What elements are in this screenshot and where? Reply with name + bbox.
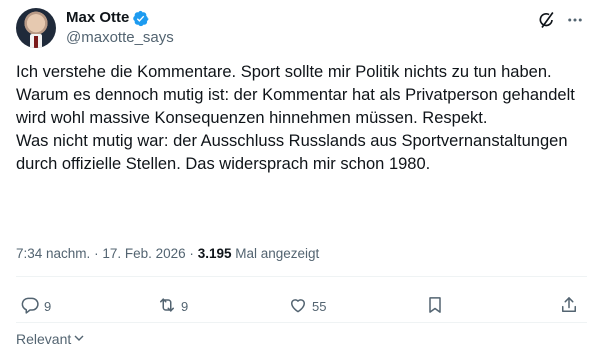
avatar[interactable]	[16, 8, 56, 48]
sort-dropdown[interactable]: Relevant	[16, 331, 85, 347]
tweet-meta: 7:34 nachm. · 17. Feb. 2026 · 3.195 Mal …	[16, 244, 319, 264]
verified-badge-icon	[132, 10, 149, 27]
reply-icon	[20, 295, 40, 318]
repost-icon	[157, 295, 177, 318]
author-name-row[interactable]: Max Otte	[66, 8, 149, 28]
divider	[16, 276, 587, 277]
like-button[interactable]: 55	[288, 294, 326, 318]
bookmark-button[interactable]	[425, 294, 445, 318]
tweet-date[interactable]: 17. Feb. 2026	[102, 246, 185, 261]
bookmark-icon	[425, 295, 445, 318]
tweet-header: Max Otte @maxotte_says	[16, 8, 587, 48]
meta-separator: ·	[189, 246, 194, 261]
views-label: Mal angezeigt	[235, 246, 320, 261]
reply-count: 9	[44, 298, 52, 314]
tweet-text: Ich verstehe die Kommentare. Sport sollt…	[16, 63, 575, 173]
share-button[interactable]	[559, 294, 579, 318]
reply-button[interactable]: 9	[20, 294, 51, 318]
repost-count: 9	[181, 298, 189, 314]
author-name[interactable]: Max Otte	[66, 8, 129, 28]
more-icon[interactable]	[563, 8, 587, 32]
action-bar: 9 9 55	[16, 294, 587, 318]
repost-button[interactable]: 9	[157, 294, 188, 318]
like-count: 55	[312, 298, 327, 314]
divider	[16, 322, 587, 323]
share-icon	[559, 295, 579, 318]
meta-separator: ·	[94, 246, 99, 261]
views-count: 3.195	[197, 246, 232, 261]
grok-icon[interactable]	[535, 8, 559, 32]
chevron-down-icon	[71, 331, 85, 347]
like-icon	[288, 295, 308, 318]
author-handle[interactable]: @maxotte_says	[66, 28, 174, 48]
sort-label: Relevant	[16, 331, 72, 347]
tweet-time[interactable]: 7:34 nachm.	[16, 246, 90, 261]
